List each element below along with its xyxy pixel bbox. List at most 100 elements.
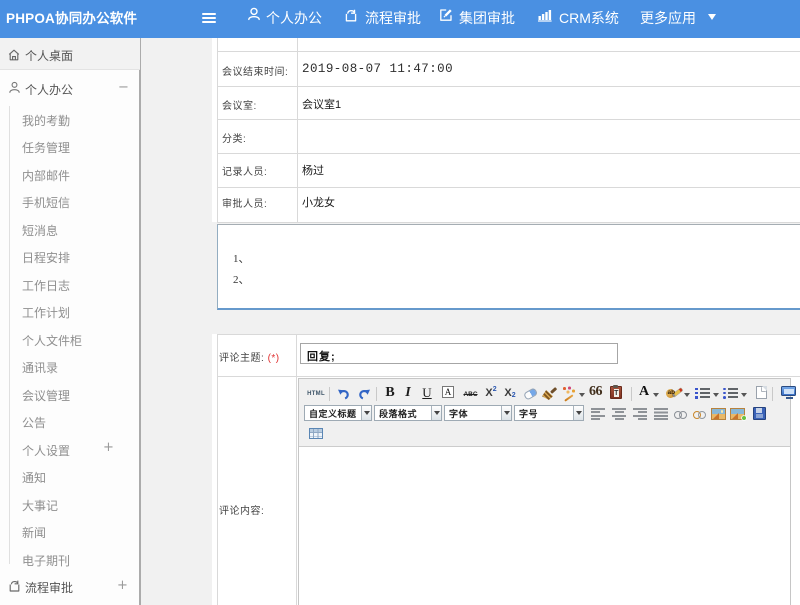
heading-select[interactable]: 自定义标题 [304,405,372,421]
fullscreen-icon[interactable] [781,386,797,399]
unordered-list-caret-icon[interactable] [741,393,747,397]
table-border [297,38,298,222]
table-border [217,86,800,87]
italic-icon[interactable]: I [403,384,413,401]
eraser-icon[interactable] [523,387,538,400]
unlink-icon[interactable] [693,410,704,419]
blockquote-icon[interactable]: 66 [588,384,603,400]
field-label: 审批人员: [222,195,267,210]
meeting-table-block [212,38,800,222]
sidebar-item[interactable]: 公告 [22,414,132,431]
superscript-icon[interactable]: X2 [483,385,499,400]
subscript-icon[interactable]: X2 [502,385,518,400]
paragraph-format-select[interactable]: 段落格式 [374,405,442,421]
select-value: 字号 [515,407,573,420]
app-title: PHPOA协同办公软件 [6,7,137,27]
sidebar-item[interactable]: 通讯录 [22,359,132,376]
home-icon [8,48,20,66]
strikethrough-icon[interactable]: ABC [461,388,480,400]
align-justify-icon[interactable] [654,408,668,420]
highlight-pen-icon[interactable]: ab [666,386,682,399]
sidebar-item[interactable]: 日程安排 [22,249,132,266]
collapse-toggle[interactable]: − [118,80,129,95]
unordered-list-icon[interactable] [723,387,738,399]
paste-text-icon[interactable] [610,386,622,399]
select-arrow-icon[interactable] [501,406,511,420]
sidebar-item[interactable]: 会议管理 [22,387,132,404]
wand-caret-icon[interactable] [579,393,585,397]
table-icon[interactable] [309,428,323,439]
font-color-caret-icon[interactable] [653,393,659,397]
link-icon[interactable] [674,410,685,419]
select-value: 段落格式 [375,407,431,420]
field-label: 会议室: [222,97,257,112]
new-page-icon[interactable] [756,386,767,399]
table-border [217,153,800,154]
sidebar-item[interactable]: 通知 [22,469,132,486]
table-border [217,334,218,605]
select-arrow-icon[interactable] [431,406,441,420]
sidebar-item[interactable]: 工作日志 [22,277,132,294]
user-icon [247,7,261,24]
content-line: 2、 [233,271,250,287]
table-border [217,222,800,223]
select-value: 字体 [445,407,501,420]
align-left-icon[interactable] [591,408,605,420]
ordered-list-caret-icon[interactable] [713,393,719,397]
editor-toolbar: HTML B I U A ABC X2 X2 66 A ab [299,379,790,446]
font-color-icon[interactable]: A [638,384,650,400]
highlight-caret-icon[interactable] [684,393,690,397]
expand-toggle-settings[interactable]: + [103,440,114,455]
toolbar-separator [376,387,377,401]
table-border [217,376,800,377]
font-size-select[interactable]: 字号 [514,405,584,421]
comment-subject-input[interactable]: 回复; [300,343,618,364]
table-border [296,334,297,605]
select-value: 自定义标题 [305,407,361,420]
sidebar-item[interactable]: 个人设置 [22,442,132,459]
ordered-list-icon[interactable] [695,387,710,399]
select-arrow-icon[interactable] [573,406,583,420]
user-icon [8,81,21,97]
save-icon[interactable] [753,407,766,420]
editor-content-area[interactable] [299,446,790,605]
sidebar-item[interactable]: 个人文件柜 [22,332,132,349]
sidebar-item[interactable]: 大事记 [22,497,132,514]
align-right-icon[interactable] [633,408,647,420]
font-family-select[interactable]: 字体 [444,405,512,421]
field-label: 分类: [222,130,246,145]
underline-icon[interactable]: U [421,384,433,401]
select-arrow-icon[interactable] [361,406,371,420]
sidebar-item[interactable]: 电子期刊 [22,552,132,569]
edit-square-icon [439,8,453,25]
font-name-icon[interactable]: A [442,386,454,398]
image-icon[interactable] [711,408,726,420]
redo-icon[interactable] [357,387,371,400]
field-label: 记录人员: [222,163,267,178]
undo-icon[interactable] [336,387,350,400]
bar-chart-icon [538,9,552,25]
media-icon[interactable] [730,408,745,420]
sidebar: 个人桌面 个人办公 − 我的考勤 任务管理 内部邮件 手机短信 短消息 日程安排… [0,38,141,605]
html-source-button[interactable]: HTML [306,388,326,400]
table-border [217,334,800,335]
sidebar-item[interactable]: 工作计划 [22,304,132,321]
sidebar-item[interactable]: 手机短信 [22,194,132,211]
bold-icon[interactable]: B [384,384,396,401]
sidebar-item[interactable]: 新闻 [22,524,132,541]
field-value: 杨过 [302,162,324,178]
sidebar-item-desktop[interactable]: 个人桌面 [0,38,140,70]
sidebar-item[interactable]: 短消息 [22,222,132,239]
brush-icon[interactable] [542,386,557,400]
align-center-icon[interactable] [612,408,626,420]
sidebar-item[interactable]: 任务管理 [22,139,132,156]
expand-toggle-workflow[interactable]: + [117,578,128,593]
magic-wand-icon[interactable] [562,386,576,400]
rich-text-editor: HTML B I U A ABC X2 X2 66 A ab [298,378,791,605]
toolbar-separator [329,387,330,401]
sidebar-item[interactable]: 内部邮件 [22,167,132,184]
field-value: 会议室1 [302,96,341,112]
hamburger-menu-icon[interactable] [202,13,216,25]
sidebar-item[interactable]: 我的考勤 [22,112,132,129]
table-border [217,51,800,52]
